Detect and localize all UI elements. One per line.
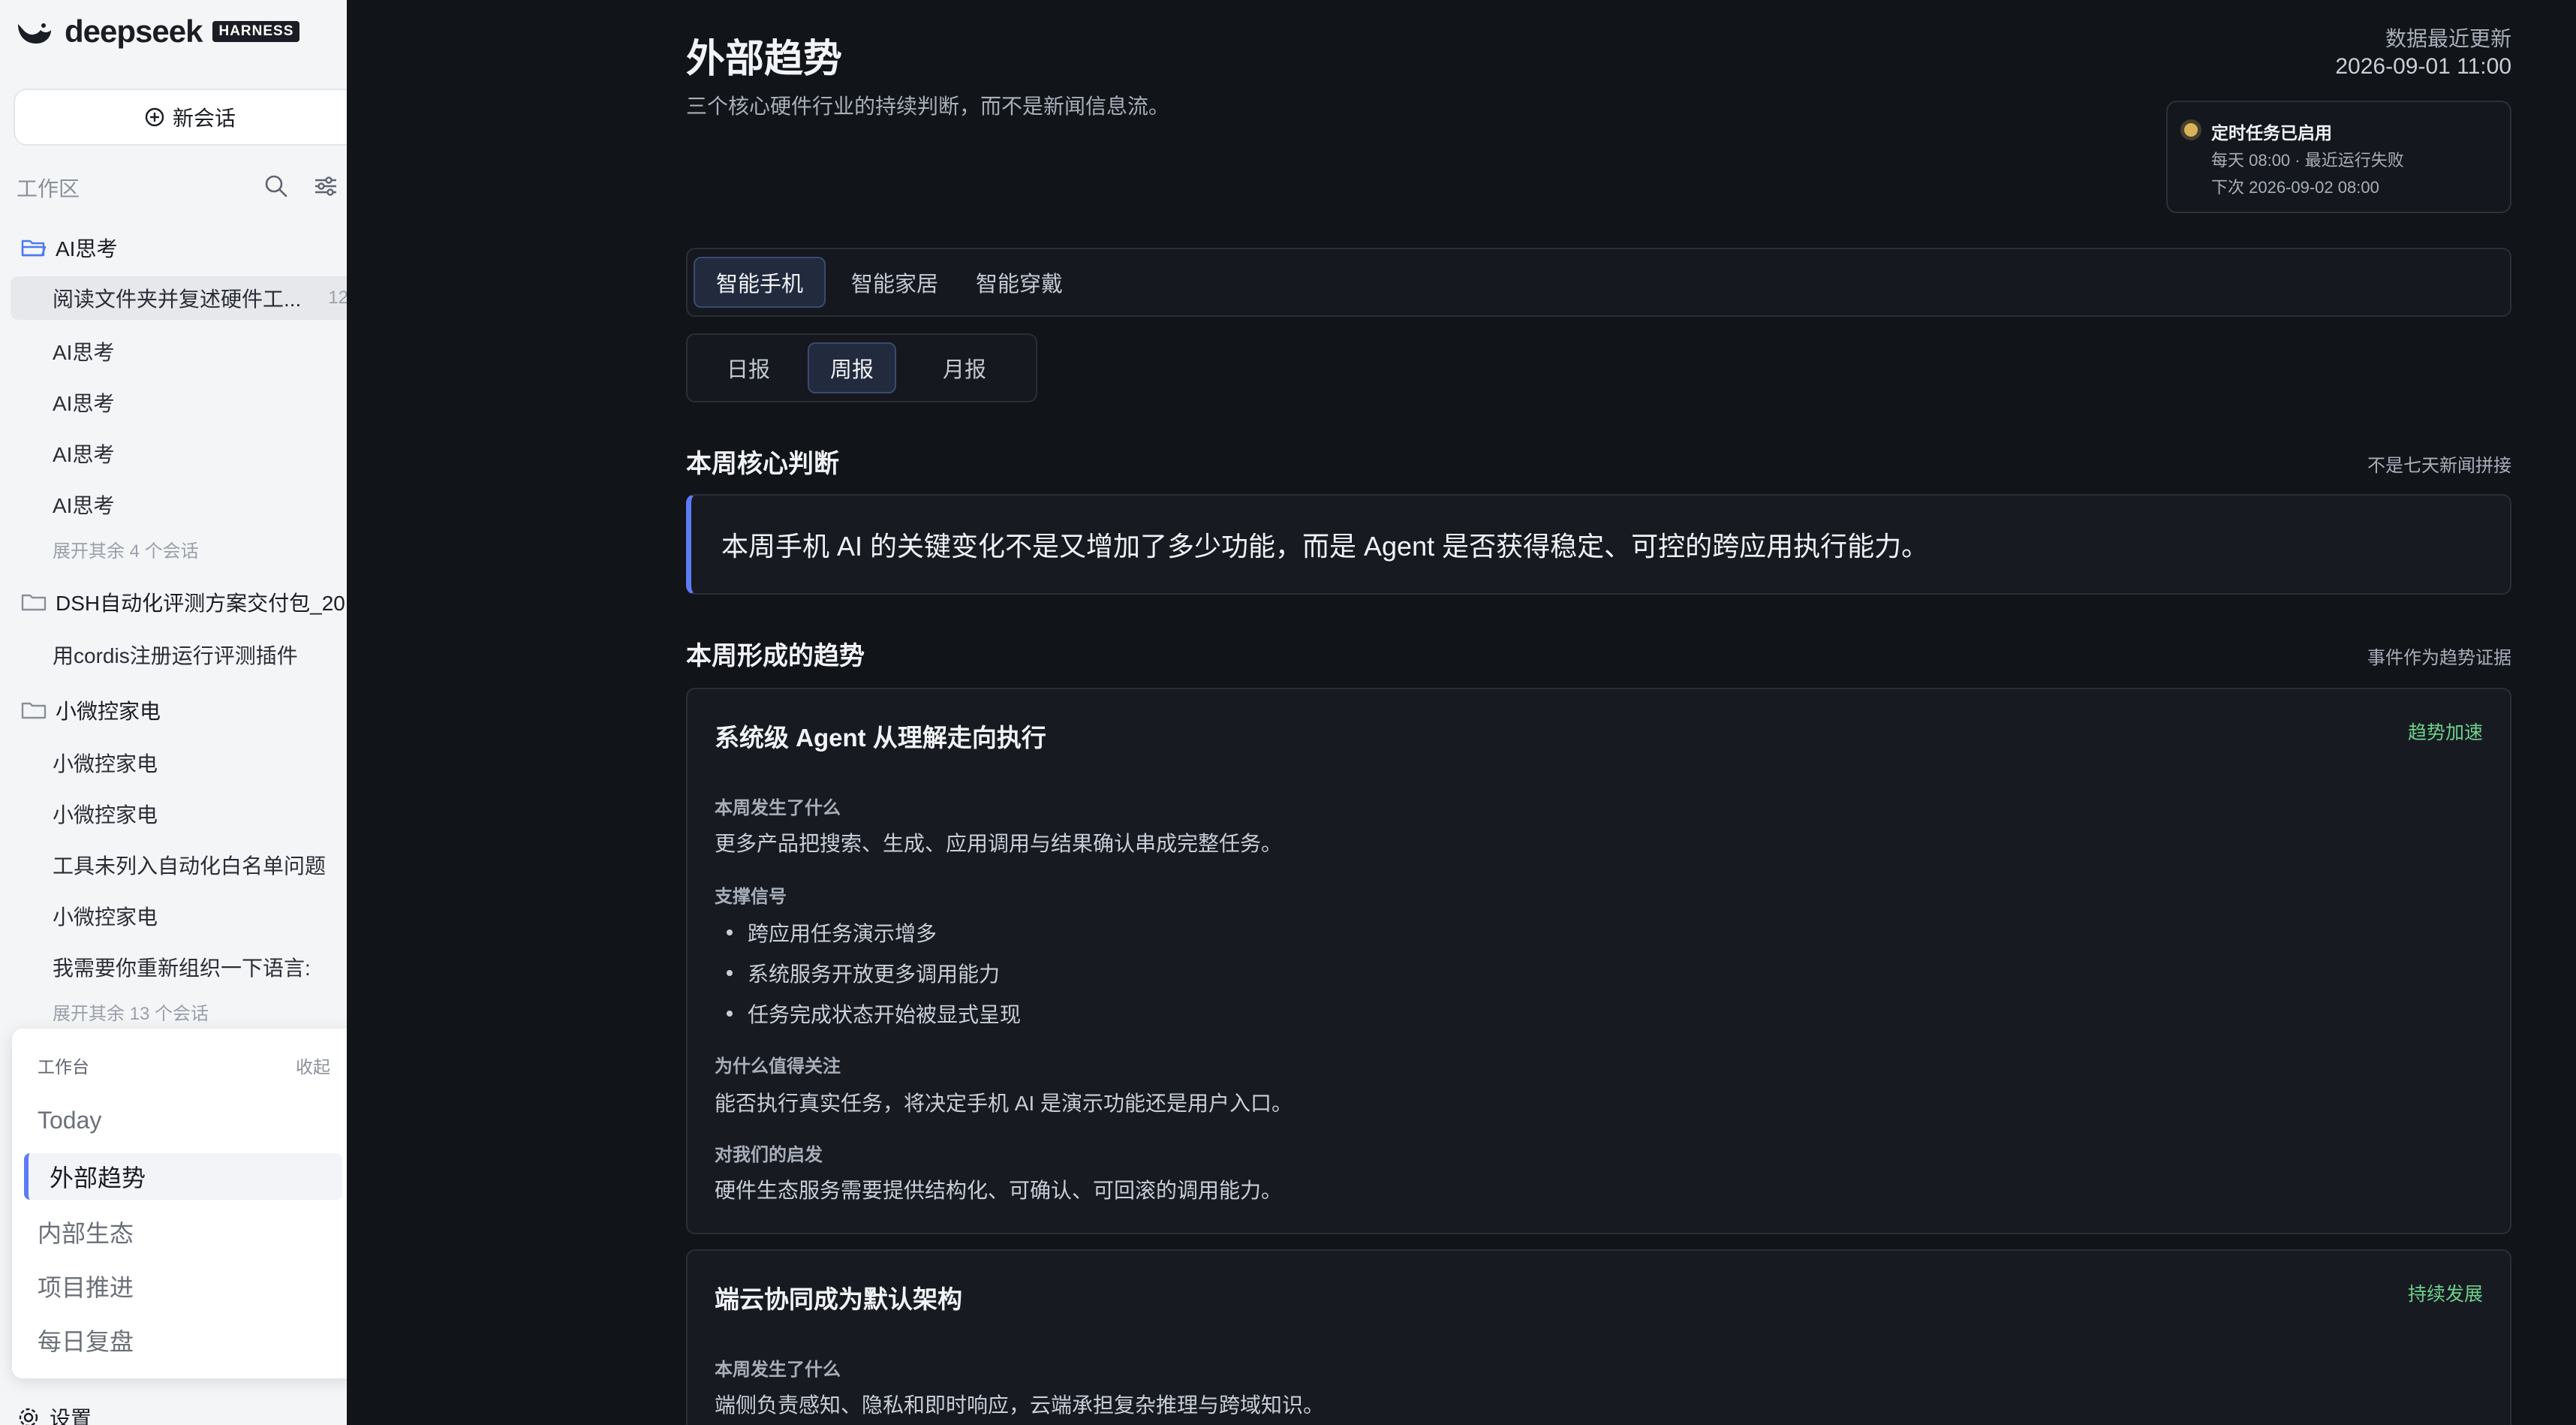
new-chat-label: 新会话 — [172, 107, 236, 130]
tab-monthly[interactable]: 月报 — [922, 342, 1007, 393]
plus-circle-icon — [145, 107, 164, 127]
filter-settings-icon[interactable] — [312, 173, 339, 200]
session-item[interactable]: 用cordis注册运行评测插件 — [53, 640, 298, 670]
session-item-active[interactable]: 阅读文件夹并复述硬件工... 12 — [11, 276, 347, 320]
status-dot-icon — [2184, 123, 2198, 137]
core-judgment-text: 本周手机 AI 的关键变化不是又增加了多少功能，而是 Agent 是否获得稳定、… — [721, 531, 1929, 562]
why-matters-text: 能否执行真实任务，将决定手机 AI 是演示功能还是用户入口。 — [715, 1092, 1293, 1115]
trend-title: 系统级 Agent 从理解走向执行 — [715, 724, 1046, 752]
trend-status-badge: 趋势加速 — [2407, 722, 2483, 743]
settings-button[interactable]: 设置 — [17, 1402, 92, 1425]
signals-label: 支撑信号 — [715, 887, 787, 907]
signal-item: 跨应用任务演示增多 — [727, 917, 937, 947]
schedule-line-1: 每天 08:00 · 最近运行失败 — [2211, 151, 2404, 170]
core-section-note: 不是七天新闻拼接 — [2367, 456, 2511, 476]
schedule-title: 定时任务已启用 — [2211, 123, 2332, 143]
collapse-button[interactable]: 收起 — [296, 1053, 330, 1078]
session-item[interactable]: AI思考 — [53, 490, 114, 520]
tab-wearables[interactable]: 智能穿戴 — [955, 257, 1084, 308]
signal-item: 任务完成状态开始被显式呈现 — [727, 999, 1021, 1029]
update-time: 2026-09-01 11:00 — [2335, 54, 2511, 79]
folder-icon — [21, 702, 47, 719]
workspace-label: 工作区 — [17, 177, 80, 200]
trend-section-title: 本周形成的趋势 — [686, 642, 865, 670]
main-content: 外部趋势 三个核心硬件行业的持续判断，而不是新闻信息流。 数据最近更新 2026… — [347, 0, 2576, 1425]
session-item[interactable]: 工具未列入自动化白名单问题 — [53, 850, 326, 880]
brand-badge: HARNESS — [212, 21, 300, 42]
what-happened-text: 更多产品把搜索、生成、应用调用与结果确认串成完整任务。 — [715, 832, 1283, 855]
expand-more-link[interactable]: 展开其余 13 个会话 — [53, 999, 209, 1025]
expand-more-link[interactable]: 展开其余 4 个会话 — [53, 536, 199, 562]
period-tabs: 日报 周报 月报 — [686, 333, 1037, 402]
workbench-panel: 工作台 收起 Today 外部趋势 内部生态 项目推进 每日复盘 — [12, 1029, 356, 1378]
trend-section-note: 事件作为趋势证据 — [2367, 648, 2511, 668]
panel-title: 工作台 — [38, 1057, 89, 1077]
tab-weekly[interactable]: 周报 — [808, 342, 897, 393]
workbench-item-project-progress[interactable]: 项目推进 — [38, 1269, 134, 1303]
session-item[interactable]: AI思考 — [53, 387, 114, 417]
session-label: 阅读文件夹并复述硬件工... — [53, 288, 302, 311]
insight-label: 对我们的启发 — [715, 1145, 823, 1165]
workbench-item-internal-ecosystem[interactable]: 内部生态 — [38, 1215, 134, 1249]
trend-card: 端云协同成为默认架构 持续发展 本周发生了什么 端侧负责感知、隐私和即时响应，云… — [686, 1249, 2511, 1425]
core-section-title: 本周核心判断 — [686, 450, 839, 478]
session-item[interactable]: 小微控家电 — [53, 901, 158, 931]
session-item[interactable]: AI思考 — [53, 336, 114, 366]
folder-open-icon — [21, 240, 47, 257]
brand-logo[interactable]: deepseek HARNESS — [15, 14, 300, 49]
tab-daily[interactable]: 日报 — [706, 342, 791, 393]
folder-icon — [21, 594, 47, 611]
core-judgment-box: 本周手机 AI 的关键变化不是又增加了多少功能，而是 Agent 是否获得稳定、… — [686, 494, 2511, 595]
page-title: 外部趋势 — [686, 38, 843, 81]
search-icon[interactable] — [263, 173, 290, 200]
signal-item: 系统服务开放更多调用能力 — [727, 958, 1000, 988]
why-matters-label: 为什么值得关注 — [715, 1056, 841, 1077]
trend-title: 端云协同成为默认架构 — [715, 1285, 962, 1313]
folder-ai-thinking[interactable]: AI思考 — [21, 233, 117, 263]
session-item[interactable]: 小微控家电 — [53, 799, 158, 829]
folder-dsh[interactable]: DSH自动化评测方案交付包_20 — [21, 587, 345, 617]
page-subtitle: 三个核心硬件行业的持续判断，而不是新闻信息流。 — [686, 95, 1170, 118]
what-happened-label: 本周发生了什么 — [715, 1360, 841, 1380]
brand-name: deepseek — [65, 14, 203, 49]
schedule-status-card: 定时任务已启用 每天 08:00 · 最近运行失败 下次 2026-09-02 … — [2166, 101, 2511, 213]
workbench-item-today[interactable]: Today — [38, 1107, 101, 1134]
gear-icon — [19, 1408, 38, 1425]
what-happened-label: 本周发生了什么 — [715, 798, 841, 818]
session-item[interactable]: AI思考 — [53, 438, 114, 468]
folder-appliances[interactable]: 小微控家电 — [21, 695, 161, 725]
whale-logo-icon — [18, 23, 51, 44]
session-count: 12 — [328, 288, 347, 308]
session-item[interactable]: 小微控家电 — [53, 748, 158, 778]
insight-text: 硬件生态服务需要提供结构化、可确认、可回滚的调用能力。 — [715, 1179, 1283, 1202]
folder-name: AI思考 — [56, 237, 118, 261]
update-label: 数据最近更新 — [2385, 27, 2511, 50]
workbench-item-external-trends[interactable]: 外部趋势 — [24, 1153, 342, 1200]
trend-status-badge: 持续发展 — [2407, 1284, 2483, 1305]
workbench-item-daily-review[interactable]: 每日复盘 — [38, 1323, 134, 1357]
settings-label: 设置 — [50, 1407, 92, 1425]
schedule-line-2: 下次 2026-09-02 08:00 — [2211, 178, 2379, 197]
folder-name: DSH自动化评测方案交付包_20 — [56, 592, 345, 615]
tab-smartphone[interactable]: 智能手机 — [694, 257, 826, 308]
session-item[interactable]: 我需要你重新组织一下语言: — [53, 952, 311, 982]
what-happened-text: 端侧负责感知、隐私和即时响应，云端承担复杂推理与跨域知识。 — [715, 1393, 1325, 1417]
new-chat-button[interactable]: 新会话 — [14, 89, 347, 146]
trend-card: 系统级 Agent 从理解走向执行 趋势加速 本周发生了什么 更多产品把搜索、生… — [686, 688, 2511, 1234]
folder-name: 小微控家电 — [56, 700, 161, 723]
tab-smart-home[interactable]: 智能家居 — [830, 257, 959, 308]
category-tabs: 智能手机 智能家居 智能穿戴 — [686, 248, 2511, 317]
